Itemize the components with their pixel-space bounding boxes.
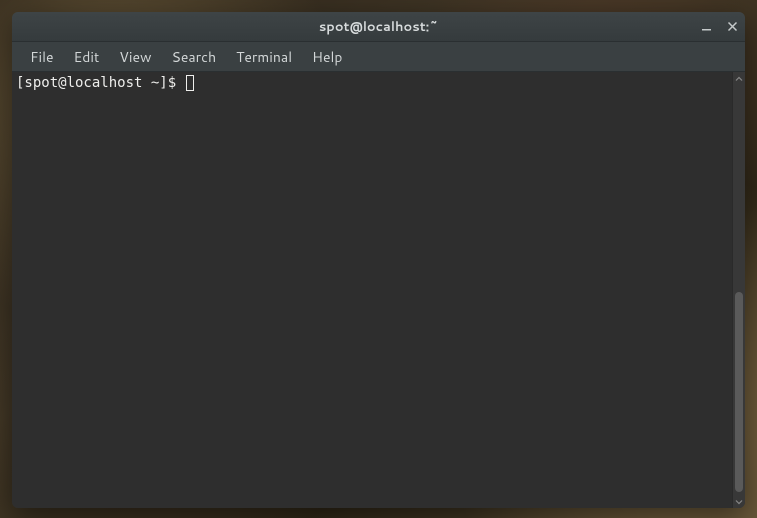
menu-help[interactable]: Help	[302, 43, 352, 71]
close-icon	[727, 21, 738, 32]
scroll-thumb[interactable]	[735, 292, 743, 492]
menu-terminal[interactable]: Terminal	[226, 43, 302, 71]
menubar: File Edit View Search Terminal Help	[12, 42, 745, 72]
scrollbar-vertical[interactable]	[732, 72, 745, 508]
close-button[interactable]	[725, 20, 739, 34]
menu-file[interactable]: File	[20, 43, 64, 71]
chevron-down-icon	[735, 498, 743, 506]
terminal-window: spot@localhost:~ File Edit View Search T…	[12, 12, 745, 508]
scroll-up-button[interactable]	[733, 72, 745, 85]
window-controls	[699, 12, 739, 41]
scroll-down-button[interactable]	[733, 495, 745, 508]
prompt-line: [spot@localhost ~]$	[16, 74, 728, 93]
terminal-content[interactable]: [spot@localhost ~]$	[12, 72, 732, 508]
window-title: spot@localhost:~	[319, 18, 438, 36]
menu-view[interactable]: View	[109, 43, 161, 71]
menu-search[interactable]: Search	[162, 43, 227, 71]
minimize-button[interactable]	[699, 20, 713, 34]
menu-edit[interactable]: Edit	[64, 43, 110, 71]
text-cursor	[186, 75, 194, 91]
titlebar[interactable]: spot@localhost:~	[12, 12, 745, 42]
minimize-icon	[701, 21, 712, 32]
terminal-body: [spot@localhost ~]$	[12, 72, 745, 508]
shell-prompt: [spot@localhost ~]$	[16, 74, 185, 93]
chevron-up-icon	[735, 75, 743, 83]
